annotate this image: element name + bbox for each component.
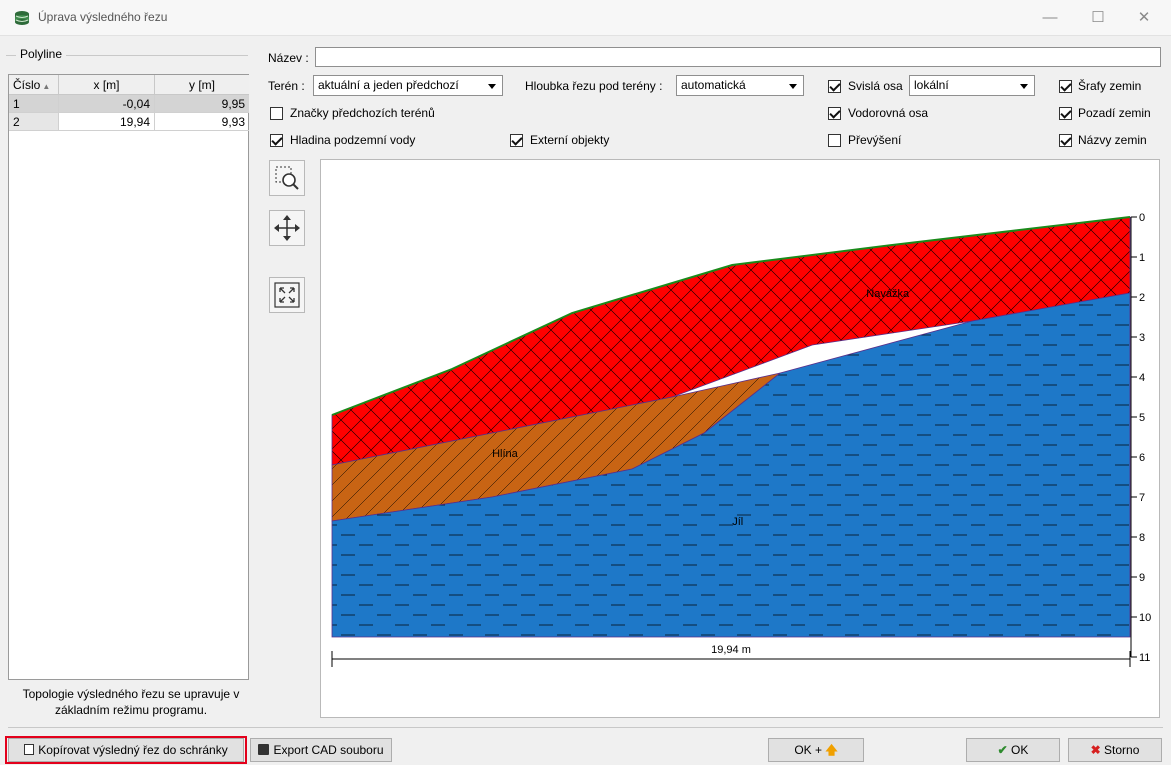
name-input[interactable] <box>315 47 1161 67</box>
soil-names-checkbox[interactable] <box>1059 134 1072 147</box>
terrain-select[interactable]: aktuální a jeden předchozí <box>313 75 503 96</box>
vertical-axis-label: Svislá osa <box>848 79 903 93</box>
cell-number[interactable]: 1 <box>9 95 59 113</box>
y-tick-label: 7 <box>1139 492 1145 504</box>
up-arrow-icon: 🡅 <box>825 743 838 757</box>
copy-icon <box>24 744 35 755</box>
external-objects-checkbox[interactable] <box>510 134 523 147</box>
y-tick-label: 0 <box>1139 212 1145 224</box>
depth-label: Hloubka řezu pod terény : <box>525 79 663 93</box>
soil-label: Jíl <box>732 516 743 528</box>
y-tick-label: 11 <box>1139 652 1150 664</box>
cell-y[interactable]: 9,95 <box>155 95 249 113</box>
ok-plus-button[interactable]: OK + 🡅 <box>768 738 864 762</box>
cross-section-chart[interactable]: Navážka Hlína Jíl 0 1 2 3 4 5 6 7 8 9 10 11 19,94 m <box>321 160 1159 717</box>
topology-note: Topologie výsledného řezu se upravuje v … <box>22 687 240 717</box>
close-button[interactable]: ✕ <box>1124 6 1164 30</box>
dropdown-arrow-icon <box>1020 84 1028 89</box>
cancel-button[interactable]: ✖ Storno <box>1068 738 1162 762</box>
polyline-table[interactable]: Číslo ▲ x [m] y [m] 1 -0,04 9,95 2 19,94 … <box>8 74 249 680</box>
y-tick-label: 1 <box>1139 252 1145 264</box>
checkmark-icon: ✔ <box>997 743 1008 757</box>
dropdown-arrow-icon <box>789 84 797 89</box>
section-canvas[interactable]: Navážka Hlína Jíl 0 1 2 3 4 5 6 7 8 9 10 11 19,94 m <box>320 159 1160 718</box>
polyline-group-title: Polyline <box>16 47 67 61</box>
fit-to-view-icon <box>274 282 300 308</box>
maximize-button[interactable]: ☐ <box>1078 6 1118 30</box>
horizontal-axis-label: Vodorovná osa <box>848 106 929 120</box>
bottom-separator <box>8 727 1163 728</box>
layers-app-icon <box>15 11 29 25</box>
column-header-y[interactable]: y [m] <box>155 75 249 95</box>
ok-button[interactable]: ✔ OK <box>966 738 1060 762</box>
sort-ascending-icon: ▲ <box>42 82 51 91</box>
column-header-x[interactable]: x [m] <box>59 75 155 95</box>
title-bar <box>0 0 1171 36</box>
zoom-region-icon <box>275 166 299 190</box>
cell-x[interactable]: -0,04 <box>59 95 155 113</box>
prev-terrain-marks-label: Značky předchozích terénů <box>290 106 435 120</box>
column-header-number[interactable]: Číslo ▲ <box>9 75 59 95</box>
y-tick-label: 5 <box>1139 412 1145 424</box>
fit-to-view-button[interactable] <box>269 277 305 313</box>
depth-select[interactable]: automatická <box>676 75 804 96</box>
y-tick-label: 10 <box>1139 612 1151 624</box>
minimize-button[interactable]: — <box>1030 6 1070 30</box>
vertical-axis-select[interactable]: lokální <box>909 75 1035 96</box>
pan-button[interactable] <box>269 210 305 246</box>
y-tick-label: 8 <box>1139 532 1145 544</box>
hatch-checkbox[interactable] <box>1059 80 1072 93</box>
y-tick-label: 3 <box>1139 332 1145 344</box>
zoom-region-button[interactable] <box>269 160 305 196</box>
groundwater-label: Hladina podzemní vody <box>290 133 416 147</box>
vertical-axis-checkbox[interactable] <box>828 80 841 93</box>
move-arrows-icon <box>274 215 300 241</box>
terrain-label: Terén : <box>268 79 305 93</box>
cell-y[interactable]: 9,93 <box>155 113 249 131</box>
external-objects-label: Externí objekty <box>530 133 610 147</box>
cell-number[interactable]: 2 <box>9 113 59 131</box>
cell-x[interactable]: 19,94 <box>59 113 155 131</box>
cross-icon: ✖ <box>1090 743 1101 757</box>
prev-terrain-marks-checkbox[interactable] <box>270 107 283 120</box>
dropdown-arrow-icon <box>488 84 496 89</box>
y-tick-label: 2 <box>1139 292 1145 304</box>
y-tick-label: 9 <box>1139 572 1145 584</box>
soil-background-checkbox[interactable] <box>1059 107 1072 120</box>
hatch-label: Šrafy zemin <box>1078 79 1142 93</box>
window-title: Úprava výsledného řezu <box>38 10 168 24</box>
export-cad-button[interactable]: Export CAD souboru <box>250 738 392 762</box>
copy-to-clipboard-button[interactable]: Kopírovat výsledný řez do schránky <box>8 738 244 762</box>
floppy-disk-icon <box>258 744 270 755</box>
soil-background-label: Pozadí zemin <box>1078 106 1151 120</box>
name-label: Název : <box>268 51 309 65</box>
horizontal-axis-checkbox[interactable] <box>828 107 841 120</box>
soil-label: Navážka <box>866 288 910 300</box>
x-dimension-label: 19,94 m <box>711 644 751 656</box>
y-tick-label: 4 <box>1139 372 1145 384</box>
exaggeration-label: Převýšení <box>848 133 902 147</box>
exaggeration-checkbox[interactable] <box>828 134 841 147</box>
y-tick-label: 6 <box>1139 452 1145 464</box>
soil-names-label: Názvy zemin <box>1078 133 1147 147</box>
soil-label: Hlína <box>492 448 519 460</box>
groundwater-checkbox[interactable] <box>270 134 283 147</box>
